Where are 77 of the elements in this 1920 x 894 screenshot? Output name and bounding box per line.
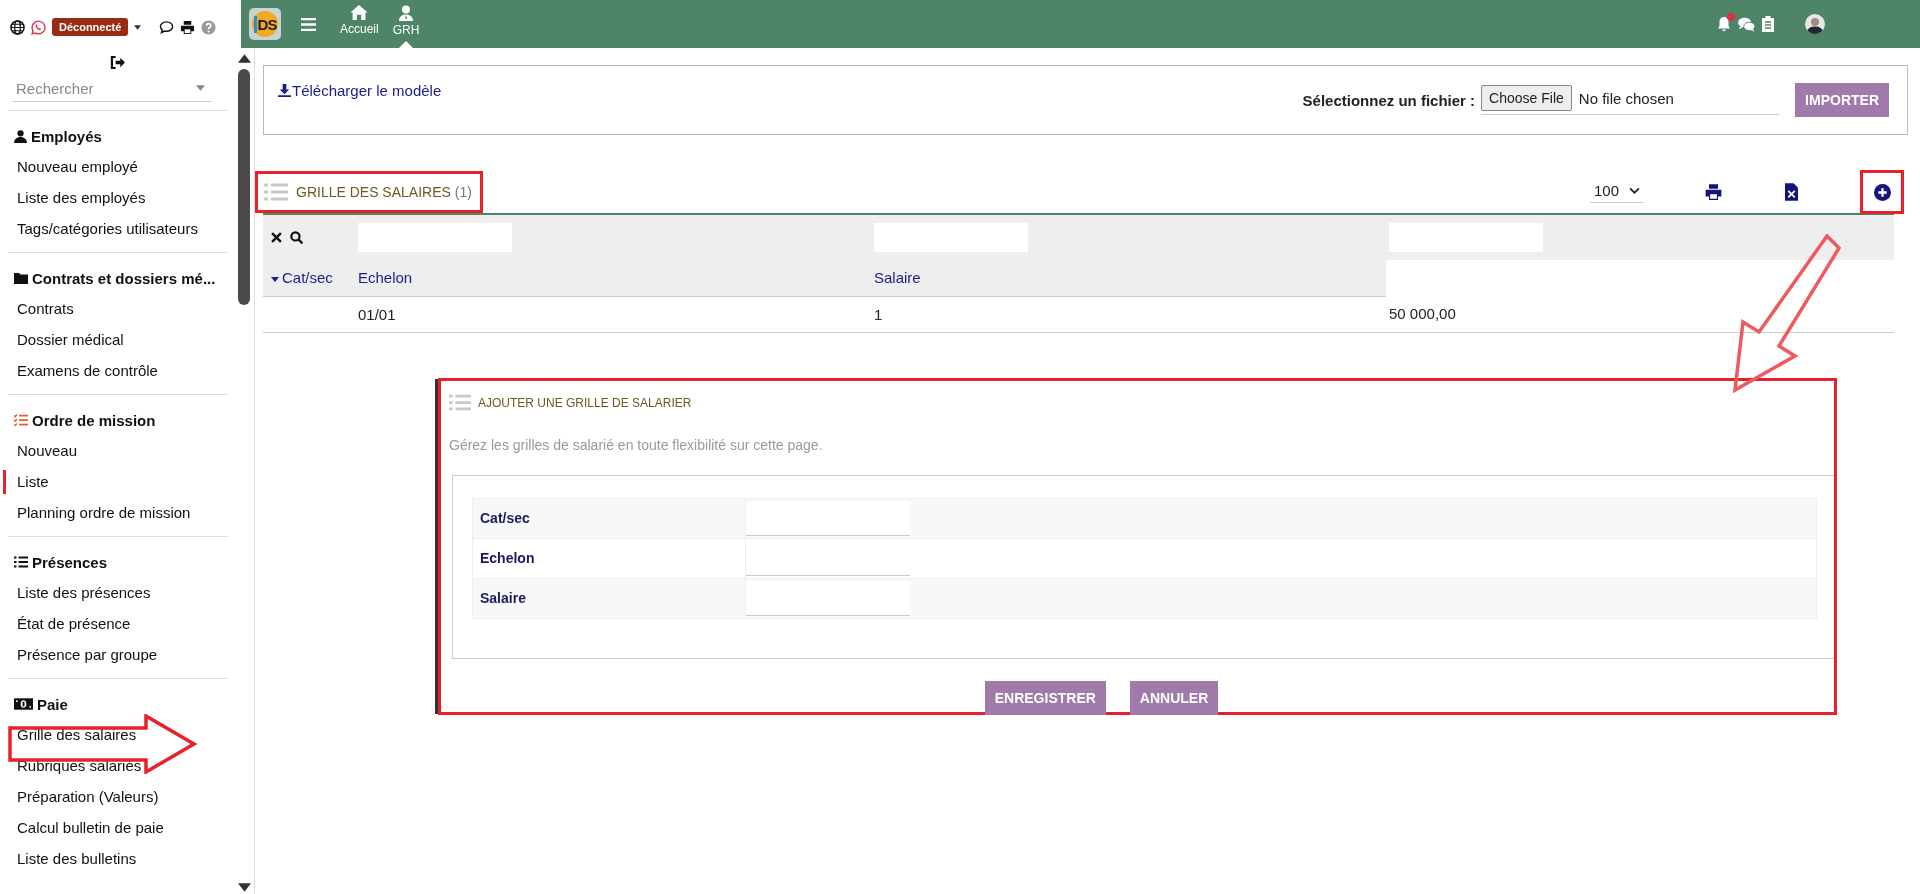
checklist-icon <box>14 414 28 426</box>
add-icon[interactable] <box>1873 183 1891 201</box>
download-icon <box>278 84 291 97</box>
table-cell: 50 000,00 <box>1386 296 1894 332</box>
menu-item[interactable]: Nouveau employé <box>3 151 228 182</box>
field-label: Cat/sec <box>472 498 746 538</box>
grid-title: GRILLE DES SALAIRES (1) <box>296 184 472 200</box>
menu-icon[interactable] <box>301 17 316 31</box>
list-icon <box>264 183 288 201</box>
phone-bubble-icon[interactable] <box>31 19 46 35</box>
home-icon <box>350 5 369 20</box>
menu-item[interactable]: Nouveau <box>3 435 228 466</box>
menu-item[interactable]: Liste des présences <box>3 577 228 608</box>
section-heading: Contrats et dossiers mé... <box>32 269 216 287</box>
excel-file-icon[interactable] <box>1785 183 1798 201</box>
menu-item[interactable]: Contrats <box>3 293 228 324</box>
scrollbar-thumb[interactable] <box>238 69 250 305</box>
import-button[interactable]: IMPORTER <box>1795 83 1889 117</box>
user-icon <box>14 129 27 143</box>
input-field[interactable] <box>746 580 910 616</box>
globe-icon[interactable] <box>10 19 25 35</box>
menu-item[interactable]: Liste <box>3 466 228 497</box>
status-badge: Déconnecté <box>52 18 129 36</box>
menu-item[interactable]: Présence par groupe <box>3 639 228 670</box>
search-icon[interactable] <box>290 231 303 244</box>
menu-item[interactable]: Grille des salaires <box>3 719 228 750</box>
menu-item[interactable]: Planning ordre de mission <box>3 497 228 528</box>
print-icon[interactable] <box>180 19 196 35</box>
chevron-down-icon <box>1629 186 1640 194</box>
clipboard-icon[interactable] <box>1762 16 1774 32</box>
menu-item[interactable]: Liste des bulletins <box>3 843 228 874</box>
list-icon <box>14 556 28 568</box>
caret-icon[interactable] <box>134 24 142 30</box>
section-heading: Présences <box>32 553 108 571</box>
field-label: Echelon <box>472 538 746 578</box>
save-button[interactable]: ENREGISTRER <box>984 680 1106 715</box>
cancel-button[interactable]: ANNULER <box>1129 680 1219 715</box>
chat-icon[interactable] <box>159 19 175 35</box>
input-field[interactable] <box>746 500 910 536</box>
user-icon <box>398 5 414 21</box>
section-heading: Employés <box>31 127 102 145</box>
menu-item[interactable]: Préparation (Valeurs) <box>3 781 228 812</box>
scroll-down-icon[interactable] <box>237 883 251 892</box>
menu-item[interactable]: Calcul bulletin de paie <box>3 812 228 843</box>
clear-icon[interactable] <box>271 232 282 243</box>
section-heading: Paie <box>37 695 68 713</box>
column-header[interactable]: Cat/sec <box>263 260 355 296</box>
nav-tab[interactable]: GRH <box>392 0 420 48</box>
menu-item[interactable]: Rubriques salariés <box>3 750 228 781</box>
page-size-select[interactable]: 100 <box>1589 181 1644 203</box>
nav-tab[interactable]: Accueil <box>340 0 379 48</box>
banknote-icon <box>14 698 33 710</box>
avatar-icon[interactable] <box>1805 14 1825 34</box>
column-header[interactable]: Echelon <box>355 260 871 296</box>
download-link[interactable]: Télécharger le modèle <box>278 82 442 99</box>
app-logo[interactable]: DS <box>249 8 281 40</box>
help-icon[interactable] <box>201 19 217 35</box>
field-label: Salaire <box>472 578 746 618</box>
print-icon[interactable] <box>1704 183 1723 201</box>
form-description: Gérez les grilles de salarié en toute flexibilité sur cette page. <box>449 436 824 453</box>
file-label: Sélectionnez un fichier : <box>1302 91 1476 109</box>
column-header[interactable]: Salaire <box>871 260 1386 296</box>
menu-item[interactable]: État de présence <box>3 608 228 639</box>
menu-item[interactable]: Examens de contrôle <box>3 355 228 386</box>
menu-item[interactable]: Tags/catégories utilisateurs <box>3 213 228 244</box>
table-cell: 1 <box>871 296 1386 332</box>
scroll-up-icon[interactable] <box>237 54 251 63</box>
file-input[interactable]: Choose File No file chosen <box>1481 85 1780 115</box>
section-heading: Ordre de mission <box>32 411 156 429</box>
form-title: AJOUTER UNE GRILLE DE SALARIER <box>478 395 692 410</box>
menu-item[interactable]: Dossier médical <box>3 324 228 355</box>
table-cell: 01/01 <box>355 296 871 332</box>
search-field[interactable]: Rechercher <box>12 79 196 97</box>
menu-item[interactable]: Liste des employés <box>3 182 228 213</box>
list-icon <box>449 394 471 411</box>
logout-icon[interactable] <box>110 56 125 69</box>
folder-icon <box>14 272 28 284</box>
